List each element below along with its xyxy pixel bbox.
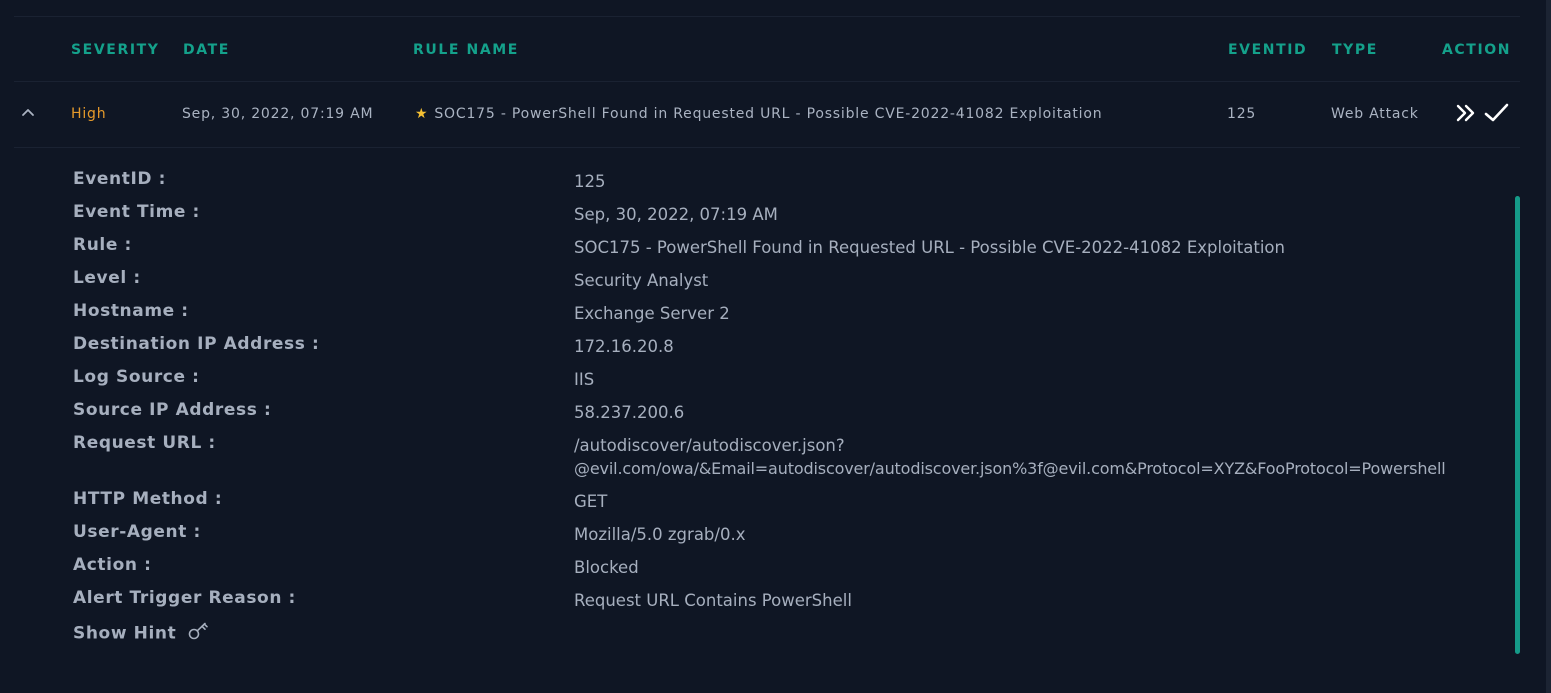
detail-value: Exchange Server 2	[574, 304, 730, 323]
show-hint-link[interactable]: Show Hint	[73, 621, 209, 646]
detail-label: Log Source :	[73, 367, 200, 387]
detail-label: Level :	[73, 268, 141, 288]
chevron-up-icon[interactable]	[18, 102, 38, 122]
scrollbar[interactable]	[1515, 196, 1520, 654]
detail-label: Alert Trigger Reason :	[73, 588, 296, 608]
detail-label: Source IP Address :	[73, 400, 272, 420]
detail-label: Request URL :	[73, 433, 216, 453]
double-chevron-right-icon[interactable]	[1454, 100, 1478, 130]
column-header-type[interactable]: TYPE	[1332, 42, 1378, 58]
detail-value: /autodiscover/autodiscover.json?	[574, 436, 845, 455]
detail-value: Request URL Contains PowerShell	[574, 591, 852, 610]
detail-value: 125	[574, 172, 606, 191]
severity-badge: High	[71, 106, 107, 122]
key-icon[interactable]	[187, 621, 209, 646]
checkmark-icon[interactable]	[1482, 100, 1510, 130]
detail-value: SOC175 - PowerShell Found in Requested U…	[574, 238, 1285, 257]
detail-label: Destination IP Address :	[73, 334, 320, 354]
detail-value: GET	[574, 492, 608, 511]
detail-value: IIS	[574, 370, 595, 389]
column-header-rule-name[interactable]: RULE NAME	[413, 42, 519, 58]
alert-rule-name[interactable]: ★ SOC175 - PowerShell Found in Requested …	[415, 106, 1102, 122]
detail-value: Blocked	[574, 558, 639, 577]
detail-label: EventID :	[73, 169, 167, 189]
detail-label: Action :	[73, 555, 152, 575]
detail-label: User-Agent :	[73, 522, 201, 542]
detail-label: Rule :	[73, 235, 132, 255]
panel-border	[1546, 0, 1551, 693]
star-icon[interactable]: ★	[415, 106, 428, 122]
column-header-severity[interactable]: SEVERITY	[71, 42, 160, 58]
detail-value: 58.237.200.6	[574, 403, 685, 422]
detail-value-continued: @evil.com/owa/&Email=autodiscover/autodi…	[574, 459, 1446, 478]
column-header-date[interactable]: DATE	[183, 42, 230, 58]
table-header: SEVERITY DATE RULE NAME EVENTID TYPE ACT…	[14, 17, 1520, 82]
alert-type: Web Attack	[1331, 106, 1419, 122]
alerts-panel: SEVERITY DATE RULE NAME EVENTID TYPE ACT…	[0, 0, 1551, 693]
row-actions	[1454, 100, 1514, 126]
alert-date: Sep, 30, 2022, 07:19 AM	[182, 106, 374, 122]
detail-value: 172.16.20.8	[574, 337, 674, 356]
detail-value: Mozilla/5.0 zgrab/0.x	[574, 525, 746, 544]
detail-value: Security Analyst	[574, 271, 709, 290]
alert-eventid: 125	[1227, 106, 1257, 122]
show-hint-label: Show Hint	[73, 623, 177, 644]
detail-label: Hostname :	[73, 301, 189, 321]
table-row[interactable]: High Sep, 30, 2022, 07:19 AM ★ SOC175 - P…	[14, 82, 1520, 148]
rule-name-text: SOC175 - PowerShell Found in Requested U…	[434, 106, 1103, 122]
detail-label: HTTP Method :	[73, 489, 223, 509]
detail-label: Event Time :	[73, 202, 200, 222]
detail-value: Sep, 30, 2022, 07:19 AM	[574, 205, 778, 224]
column-header-action: ACTION	[1442, 42, 1512, 58]
column-header-eventid[interactable]: EVENTID	[1228, 42, 1307, 58]
